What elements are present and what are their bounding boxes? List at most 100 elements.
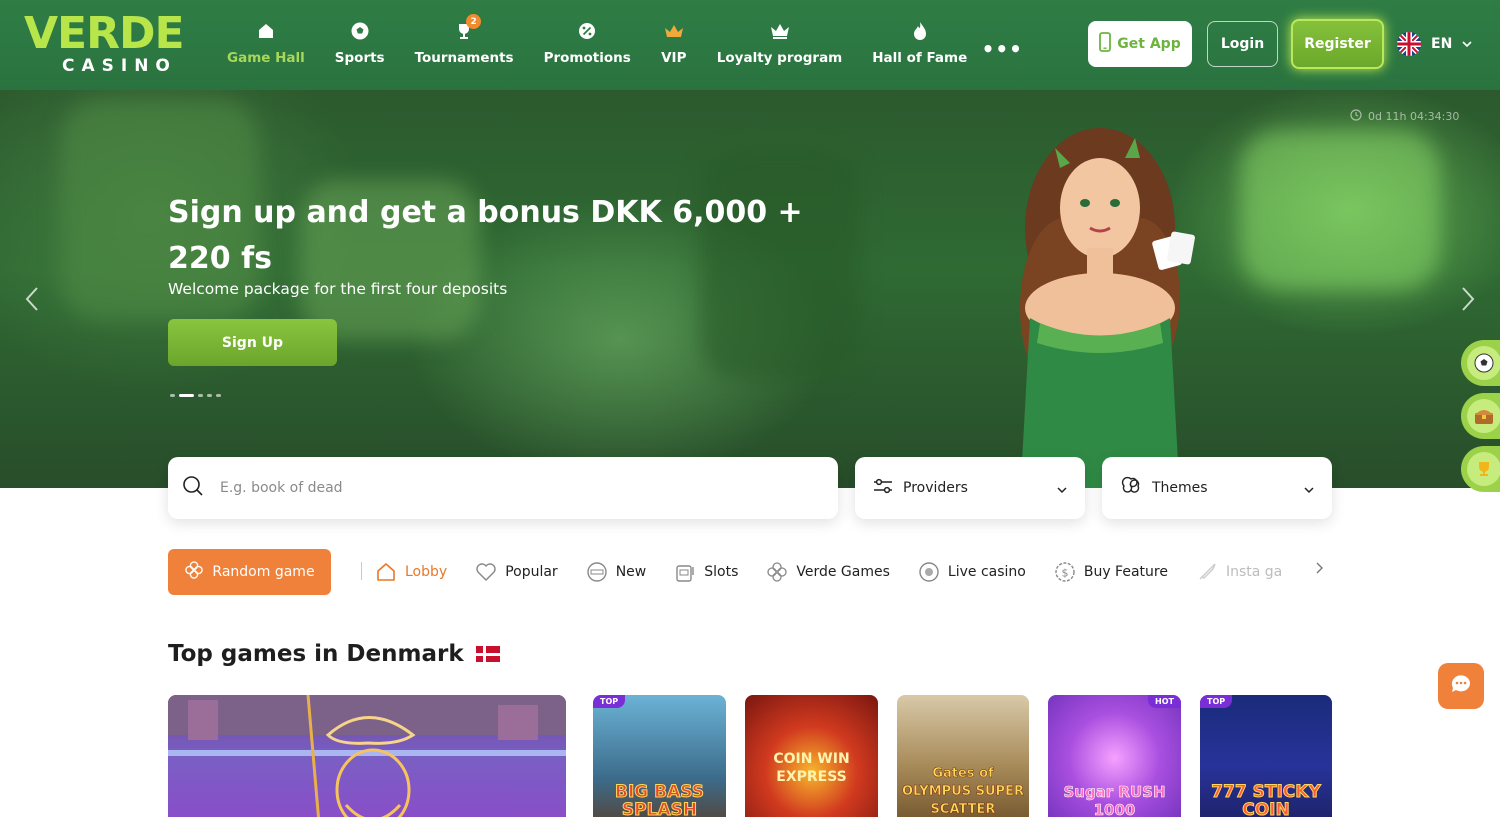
slide-dot[interactable]: [216, 394, 221, 397]
nav-label: Tournaments: [414, 50, 514, 66]
nav-hall-of-fame[interactable]: Hall of Fame: [857, 14, 982, 74]
percent-badge-icon: [574, 18, 600, 44]
game-tile[interactable]: TOP BIG BASS SPLASH: [593, 695, 726, 817]
game-title: 777 STICKY COIN: [1211, 782, 1322, 817]
rocket-icon: [1196, 561, 1218, 583]
nav-label: Loyalty program: [716, 50, 843, 66]
random-game-button[interactable]: Random game: [168, 549, 331, 595]
game-badge: HOT: [1148, 695, 1181, 708]
heart-icon: [475, 561, 497, 583]
search-icon: [182, 475, 204, 501]
nav-promotions[interactable]: Promotions: [529, 14, 646, 74]
trophy-icon: [1467, 452, 1500, 486]
game-tile[interactable]: Gates of OLYMPUS SUPER SCATTER: [897, 695, 1029, 817]
category-scroll-next[interactable]: [1315, 562, 1323, 578]
category-divider: [361, 562, 362, 580]
game-title: Gates of OLYMPUS SUPER SCATTER: [902, 766, 1024, 817]
home-icon: [253, 18, 279, 44]
slot-machine-icon: [674, 561, 696, 583]
random-game-label: Random game: [212, 564, 315, 580]
slide-dot[interactable]: [198, 394, 203, 397]
search-input[interactable]: [220, 480, 780, 496]
nav-vip[interactable]: VIP: [646, 14, 702, 74]
crown-icon: [661, 18, 687, 44]
providers-label: Providers: [903, 480, 968, 496]
get-app-button[interactable]: Get App: [1088, 21, 1192, 67]
register-button[interactable]: Register: [1291, 19, 1384, 69]
soccer-ball-icon: [1467, 346, 1500, 380]
nav-more-button[interactable]: •••: [982, 14, 1022, 74]
nav-label: Game Hall: [227, 50, 305, 66]
game-badge: TOP: [593, 695, 626, 708]
svg-text:$: $: [1061, 567, 1068, 580]
get-app-label: Get App: [1117, 36, 1181, 52]
tab-label: Lobby: [405, 564, 448, 580]
tournaments-count-badge: 2: [466, 14, 482, 29]
tab-insta-games[interactable]: Insta ga: [1196, 561, 1282, 583]
sign-up-button[interactable]: Sign Up: [168, 319, 337, 366]
tab-label: Buy Feature: [1083, 564, 1168, 580]
tab-label: New: [615, 564, 647, 580]
bg-blur-shape: [1240, 130, 1440, 290]
slide-dot[interactable]: [207, 394, 212, 397]
game-title: BIG BASS SPLASH: [615, 782, 705, 817]
tab-popular[interactable]: Popular: [475, 561, 558, 583]
themes-label: Themes: [1152, 480, 1208, 496]
house-icon: [375, 561, 397, 583]
tab-slots[interactable]: Slots: [674, 561, 738, 583]
denmark-flag-icon: [475, 646, 500, 662]
nav-game-hall[interactable]: Game Hall: [212, 14, 320, 74]
game-tile[interactable]: HOT Sugar RUSH 1000: [1048, 695, 1181, 817]
game-title: COIN WIN EXPRESS: [773, 751, 850, 785]
clover-icon: [766, 561, 788, 583]
side-treasure-button[interactable]: [1461, 393, 1500, 439]
tab-buy-feature[interactable]: $ Buy Feature: [1054, 561, 1168, 583]
more-dots-icon: •••: [981, 37, 1023, 61]
tab-verde-games[interactable]: Verde Games: [766, 561, 890, 583]
tab-lobby[interactable]: Lobby: [375, 561, 447, 583]
game-title: Sugar RUSH 1000: [1063, 783, 1166, 817]
nav-label: Promotions: [543, 50, 631, 66]
tab-label: Insta ga: [1225, 564, 1283, 580]
clover-icon: [184, 560, 204, 584]
main-nav: Game Hall Sports 2 Tournaments Promotion…: [212, 14, 1022, 74]
uk-flag-icon: [1397, 32, 1421, 56]
phone-icon: [1099, 32, 1112, 56]
providers-dropdown[interactable]: Providers: [855, 457, 1085, 519]
crown-outline-icon: [767, 18, 793, 44]
hero-prev-arrow[interactable]: [24, 286, 44, 312]
clock-icon: [1350, 109, 1362, 124]
slide-dot-active[interactable]: [179, 394, 194, 397]
language-selector[interactable]: EN: [1397, 32, 1472, 56]
soccer-ball-icon: [347, 18, 373, 44]
nav-label: Hall of Fame: [872, 50, 968, 66]
promo-timer: 0d 11h 04:34:30: [1350, 109, 1459, 124]
side-trophy-button[interactable]: [1461, 446, 1500, 492]
verde-casino-logo[interactable]: VERDE CASINO: [24, 10, 204, 78]
section-title-text: Top games in Denmark: [168, 641, 464, 667]
hero-next-arrow[interactable]: [1460, 286, 1480, 312]
game-tile[interactable]: COIN WIN EXPRESS: [745, 695, 878, 817]
nav-tournaments[interactable]: 2 Tournaments: [400, 14, 529, 74]
nav-loyalty-program[interactable]: Loyalty program: [702, 14, 857, 74]
flame-icon: [907, 18, 933, 44]
themes-dropdown[interactable]: Themes: [1102, 457, 1332, 519]
nav-label: Sports: [334, 50, 385, 66]
slide-dot[interactable]: [170, 394, 175, 397]
nav-sports[interactable]: Sports: [320, 14, 400, 74]
new-badge-icon: [586, 561, 608, 583]
game-tile-featured[interactable]: [168, 695, 566, 817]
game-tile[interactable]: TOP 777 STICKY COIN: [1200, 695, 1332, 817]
chat-bubble-icon: [1450, 674, 1472, 698]
hero-character-illustration: [1020, 128, 1195, 488]
login-button[interactable]: Login: [1207, 21, 1278, 67]
tab-new[interactable]: New: [586, 561, 647, 583]
live-icon: [918, 561, 940, 583]
side-sports-button[interactable]: [1461, 340, 1500, 386]
timer-value: 0d 11h 04:34:30: [1368, 110, 1460, 123]
live-chat-button[interactable]: [1438, 663, 1484, 709]
section-title: Top games in Denmark: [168, 641, 500, 667]
tab-live-casino[interactable]: Live casino: [918, 561, 1026, 583]
nav-label: VIP: [661, 50, 687, 66]
slider-pagination: [170, 394, 221, 397]
